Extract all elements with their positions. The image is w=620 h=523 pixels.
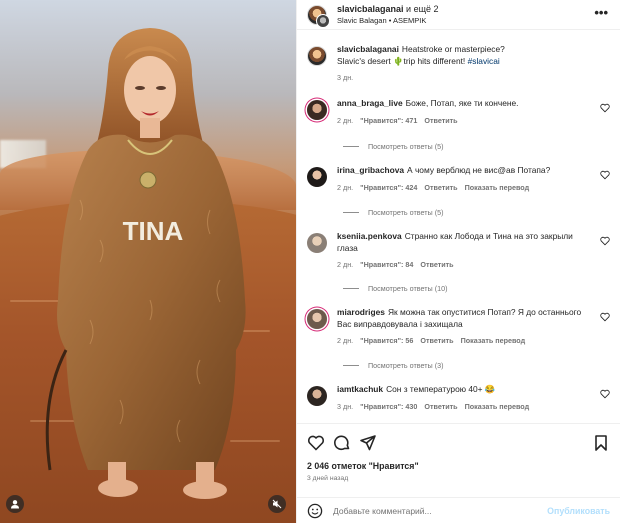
view-replies-button[interactable]: Посмотреть ответы (5) [343, 208, 444, 217]
comment-username[interactable]: kseniia.penkova [337, 231, 402, 241]
comment-item: anna_braga_live Боже, Потап, яке ти конче… [307, 98, 610, 125]
coauthor-avatar[interactable] [316, 14, 330, 28]
coauthors-count[interactable]: и ещё 2 [404, 4, 438, 14]
view-replies-button[interactable]: Посмотреть ответы (5) [343, 142, 444, 151]
comment-likes[interactable]: "Нравится": 430 [360, 402, 417, 411]
comment-input[interactable] [333, 506, 548, 516]
post-media[interactable]: TINA [0, 0, 296, 523]
reply-button[interactable]: Ответить [420, 260, 453, 269]
post-time[interactable]: 3 дней назад [307, 475, 348, 482]
comment-username[interactable]: anna_braga_live [337, 98, 403, 108]
view-replies-button[interactable]: Посмотреть ответы (3) [343, 361, 444, 370]
comment-time[interactable]: 2 дн. [337, 260, 353, 269]
post-header: slavicbalaganai и ещё 2 Slavic Balagan •… [297, 0, 620, 30]
reply-button[interactable]: Ответить [424, 116, 457, 125]
comment-item: irina_gribachova А чому верблюд не вис@ав… [307, 165, 610, 192]
comment-likes[interactable]: "Нравится": 84 [360, 260, 413, 269]
comment-time[interactable]: 2 дн. [337, 336, 353, 345]
post-subtitle[interactable]: Slavic Balagan • ASEMPIK [337, 15, 439, 26]
comment-time[interactable]: 3 дн. [337, 402, 353, 411]
comment-username[interactable]: miarodriges [337, 307, 385, 317]
comment-item: iamtkachuk Сон з температурою 40+ 😂 3 дн.… [307, 384, 610, 411]
comment-likes[interactable]: "Нравится": 471 [360, 116, 417, 125]
heart-icon[interactable] [600, 170, 610, 180]
user-icon [11, 500, 19, 509]
comment-time[interactable]: 2 дн. [337, 116, 353, 125]
cactus-emoji: 🌵 [393, 55, 404, 66]
more-options-icon[interactable]: ••• [594, 6, 608, 19]
show-translation-button[interactable]: Показать перевод [465, 402, 530, 411]
caption-author-avatar[interactable] [307, 46, 327, 66]
comment-item: miarodriges Як можна так опуститися Потап… [307, 307, 610, 345]
reply-button[interactable]: Ответить [420, 336, 453, 345]
heart-icon[interactable] [600, 236, 610, 246]
comment-time[interactable]: 2 дн. [337, 183, 353, 192]
commenter-avatar[interactable] [307, 309, 327, 329]
commenter-avatar[interactable] [307, 386, 327, 406]
caption-text-line2-end: trip hits different! [403, 55, 468, 66]
comment-text: Боже, Потап, яке ти кончене. [405, 98, 519, 108]
commenter-avatar[interactable] [307, 100, 327, 120]
caption-time[interactable]: 3 дн. [337, 73, 353, 82]
woman-in-fur-coat-illustration: TINA [45, 28, 246, 499]
laughing-emoji: 😂 [484, 384, 496, 394]
commenter-avatar[interactable] [307, 167, 327, 187]
comment-likes[interactable]: "Нравится": 424 [360, 183, 417, 192]
heart-icon[interactable] [600, 103, 610, 113]
mute-toggle-button[interactable] [268, 495, 286, 513]
caption-username[interactable]: slavicbalaganai [337, 44, 399, 54]
comment-text: Сон з температурою 40+ [386, 384, 483, 394]
likes-count[interactable]: 2 046 отметок "Нравится" [307, 461, 419, 471]
commenter-avatar[interactable] [307, 233, 327, 253]
show-translation-button[interactable]: Показать перевод [461, 336, 526, 345]
smiley-icon[interactable] [307, 503, 323, 519]
post-actions: 2 046 отметок "Нравится" 3 дней назад Оп… [297, 423, 620, 523]
comment-likes[interactable]: "Нравится": 56 [360, 336, 413, 345]
author-username[interactable]: slavicbalaganai [337, 4, 404, 14]
heart-icon[interactable] [600, 312, 610, 322]
hashtag-link[interactable]: #slavicai [468, 56, 500, 66]
speaker-muted-icon [272, 499, 282, 509]
send-icon[interactable] [359, 434, 377, 452]
caption: slavicbalaganai Heatstroke or masterpiece… [307, 44, 610, 82]
comments-list[interactable]: slavicbalaganai Heatstroke or masterpiece… [297, 30, 620, 423]
post-authors[interactable]: slavicbalaganai и ещё 2 [337, 4, 439, 15]
caption-text-line2: Slavic's desert [337, 55, 394, 66]
show-translation-button[interactable]: Показать перевод [465, 183, 530, 192]
comment-username[interactable]: iamtkachuk [337, 384, 383, 394]
heart-icon[interactable] [307, 434, 325, 452]
reply-button[interactable]: Ответить [424, 183, 457, 192]
comment-item: kseniia.penkova Странно как Лобода и Тина… [307, 231, 610, 269]
post-details-panel: slavicbalaganai и ещё 2 Slavic Balagan •… [296, 0, 620, 523]
coat-lettering: TINA [123, 216, 184, 246]
comment-username[interactable]: irina_gribachova [337, 165, 404, 175]
comment-text: А чому верблюд не вис@ав Потапа? [407, 165, 551, 175]
caption-text-line1: Heatstroke or masterpiece? [401, 44, 505, 54]
comment-icon[interactable] [333, 434, 351, 452]
reply-button[interactable]: Ответить [424, 402, 457, 411]
heart-icon[interactable] [600, 389, 610, 399]
publish-button[interactable]: Опубликовать [547, 506, 610, 516]
view-replies-button[interactable]: Посмотреть ответы (10) [343, 284, 447, 293]
tagged-users-button[interactable] [6, 495, 24, 513]
add-comment-bar: Опубликовать [297, 497, 620, 523]
bookmark-icon[interactable] [592, 434, 610, 452]
